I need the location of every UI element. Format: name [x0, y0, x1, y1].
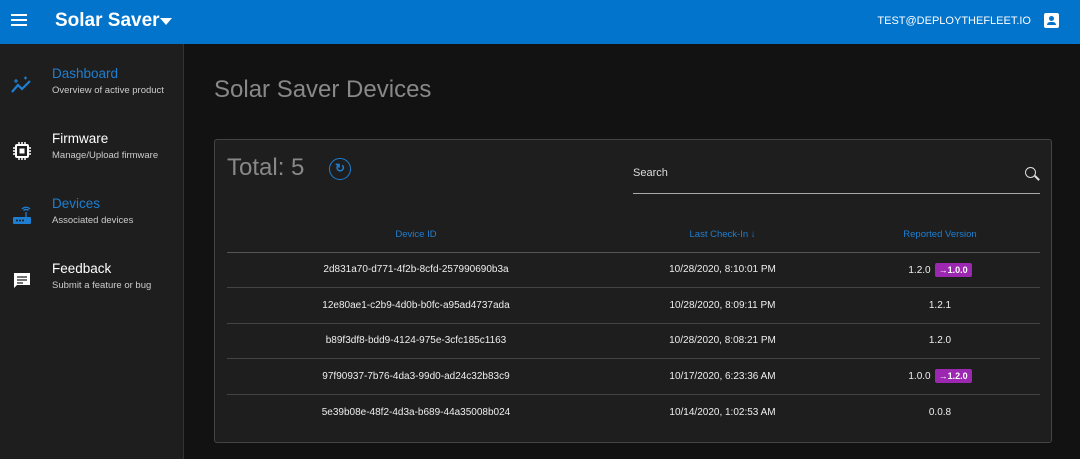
user-email[interactable]: TEST@DEPLOYTHEFLEET.IO — [877, 15, 1031, 27]
device-id[interactable]: b89f3df8-bdd9-4124-975e-3cfc185c1163 — [227, 323, 605, 359]
sidebar: Dashboard Overview of active product Fir… — [0, 44, 184, 459]
total-count: Total: 5 — [227, 154, 305, 181]
last-check-in: 10/28/2020, 8:09:11 PM — [605, 287, 840, 324]
last-check-in: 10/28/2020, 8:08:21 PM — [605, 323, 840, 359]
last-check-in: 10/17/2020, 6:23:36 AM — [605, 358, 840, 395]
sidebar-item-devices[interactable]: Devices Associated devices — [0, 196, 183, 246]
router-icon — [11, 206, 33, 226]
chip-icon — [11, 141, 33, 161]
reported-version: 1.2.0 →1.0.0 — [840, 252, 1040, 288]
search-icon[interactable] — [1025, 167, 1036, 178]
device-id[interactable]: 97f90937-7b76-4da3-99d0-ad24c32b83c9 — [227, 358, 605, 395]
menu-icon[interactable] — [11, 14, 27, 28]
target-version-badge: →1.0.0 — [934, 262, 972, 277]
sidebar-item-firmware[interactable]: Firmware Manage/Upload firmware — [0, 131, 183, 181]
version-value: 1.2.0 — [908, 264, 931, 276]
version-value: 1.2.1 — [928, 299, 952, 311]
version-value: 1.0.0 — [908, 371, 931, 383]
version-value: 1.2.0 — [928, 335, 952, 347]
devices-card: Total: 5 ↻ Search Device ID Last Check-I… — [214, 139, 1052, 443]
search-input[interactable]: Search — [633, 160, 1040, 194]
version-value: 0.0.8 — [928, 406, 952, 418]
column-header-device-id[interactable]: Device ID — [227, 218, 605, 253]
refresh-button[interactable]: ↻ — [329, 158, 351, 180]
table-row[interactable]: 2d831a70-d771-4f2b-8cfd-257990690b3a 10/… — [227, 252, 1040, 288]
column-header-reported-version[interactable]: Reported Version — [840, 218, 1040, 253]
feedback-icon — [11, 271, 33, 291]
app-bar: Solar Saver TEST@DEPLOYTHEFLEET.IO — [0, 0, 1080, 44]
reported-version: 1.2.1 — [840, 287, 1040, 324]
reported-version: 1.0.0 →1.2.0 — [840, 358, 1040, 395]
last-check-in: 10/28/2020, 8:10:01 PM — [605, 252, 840, 288]
device-id[interactable]: 5e39b08e-48f2-4d3a-b689-44a35008b024 — [227, 394, 605, 430]
reported-version: 0.0.8 — [840, 394, 1040, 430]
account-icon[interactable] — [1044, 13, 1059, 28]
page-title: Solar Saver Devices — [214, 76, 432, 103]
reported-version: 1.2.0 — [840, 323, 1040, 359]
refresh-icon: ↻ — [334, 161, 346, 175]
devices-table: Device ID Last Check-In ↓ Reported Versi… — [227, 218, 1040, 430]
product-dropdown-icon[interactable] — [160, 18, 172, 25]
target-version-badge: →1.2.0 — [934, 369, 972, 384]
table-row[interactable]: 12e80ae1-c2b9-4d0b-b0fc-a95ad4737ada 10/… — [227, 287, 1040, 324]
table-row[interactable]: b89f3df8-bdd9-4124-975e-3cfc185c1163 10/… — [227, 323, 1040, 359]
table-row[interactable]: 5e39b08e-48f2-4d3a-b689-44a35008b024 10/… — [227, 394, 1040, 430]
table-row[interactable]: 97f90937-7b76-4da3-99d0-ad24c32b83c9 10/… — [227, 358, 1040, 395]
chart-line-icon — [11, 76, 33, 96]
sidebar-item-dashboard[interactable]: Dashboard Overview of active product — [0, 66, 183, 116]
device-id[interactable]: 2d831a70-d771-4f2b-8cfd-257990690b3a — [227, 252, 605, 288]
last-check-in: 10/14/2020, 1:02:53 AM — [669, 406, 776, 418]
app-title: Solar Saver — [55, 10, 160, 31]
device-id[interactable]: 12e80ae1-c2b9-4d0b-b0fc-a95ad4737ada — [227, 287, 605, 324]
column-header-last-check-in[interactable]: Last Check-In ↓ — [605, 218, 840, 253]
sidebar-item-feedback[interactable]: Feedback Submit a feature or bug — [0, 261, 183, 311]
